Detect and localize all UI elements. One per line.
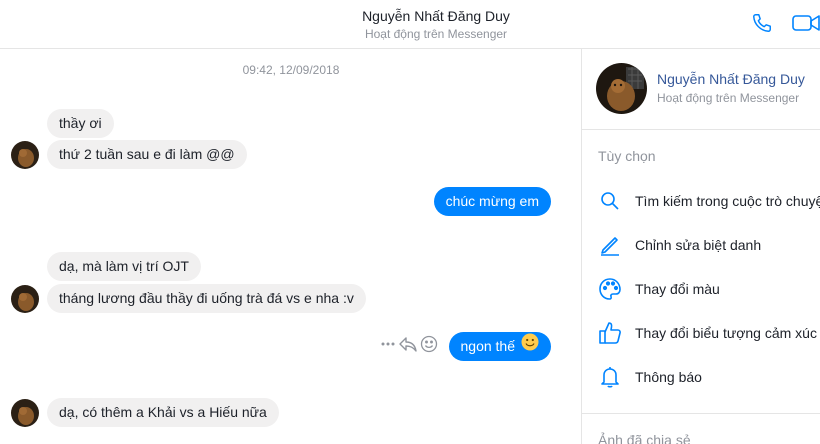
message-actions [380,335,438,358]
message-bubble-incoming[interactable]: tháng lương đầu thầy đi uống trà đá vs e… [47,284,366,313]
shared-photos-section-title[interactable]: Ảnh đã chia sẻ [598,432,691,444]
header-title[interactable]: Nguyễn Nhất Đăng Duy [0,8,820,24]
option-label: Thay đổi biểu tượng cảm xúc [635,325,817,341]
option-change-emoji[interactable]: Thay đổi biểu tượng cảm xúc [582,313,820,353]
option-notifications[interactable]: Thông báo [582,357,820,397]
profile-name[interactable]: Nguyễn Nhất Đăng Duy [657,71,805,87]
smiling-face-emoji-icon [521,332,539,361]
divider [582,413,820,414]
header-status: Hoạt động trên Messenger [364,27,508,41]
message-bubble-incoming[interactable]: dạ, mà làm vị trí OJT [47,252,201,281]
message-bubble-outgoing[interactable]: chúc mừng em [433,187,551,216]
message-bubble-incoming[interactable]: thầy ơi [47,109,114,138]
option-edit-nickname[interactable]: Chỉnh sửa biệt danh [582,225,820,265]
palette-icon [598,277,622,301]
contact-avatar[interactable] [11,141,39,169]
option-label: Thay đổi màu [635,281,720,297]
message-bubble-incoming[interactable]: thứ 2 tuần sau e đi làm @@ [47,140,247,169]
search-icon [598,189,622,213]
profile-status: Hoạt động trên Messenger [657,91,800,105]
contact-avatar[interactable] [11,285,39,313]
more-options-icon[interactable] [380,336,396,357]
message-bubble-incoming[interactable]: dạ, có thêm a Khải vs a Hiếu nữa [47,398,279,427]
phone-icon[interactable] [751,12,773,39]
message-text: ngon thế [460,338,516,354]
profile-avatar[interactable] [596,63,647,114]
message-list[interactable]: 09:42, 12/09/2018 thầy ơi thứ 2 tuần sau… [0,49,582,444]
reply-icon[interactable] [398,335,418,358]
option-label: Thông báo [635,369,702,385]
message-timestamp: 09:42, 12/09/2018 [242,63,340,77]
reaction-emoji-icon[interactable] [420,335,438,358]
option-search-conversation[interactable]: Tìm kiếm trong cuộc trò chuyện [582,181,820,221]
conversation-header: Nguyễn Nhất Đăng Duy Hoạt động trên Mess… [0,0,820,49]
message-bubble-outgoing[interactable]: ngon thế [448,332,551,361]
option-label: Chỉnh sửa biệt danh [635,237,762,253]
conversation-info-panel: Nguyễn Nhất Đăng Duy Hoạt động trên Mess… [581,49,820,444]
pencil-icon [598,233,622,257]
thumbs-up-icon [598,321,622,345]
bell-icon [598,365,622,389]
options-section-title: Tùy chọn [598,148,656,164]
option-label: Tìm kiếm trong cuộc trò chuyện [635,193,820,209]
contact-avatar[interactable] [11,399,39,427]
video-camera-icon[interactable] [792,12,820,39]
divider [582,129,820,130]
option-change-color[interactable]: Thay đổi màu [582,269,820,309]
